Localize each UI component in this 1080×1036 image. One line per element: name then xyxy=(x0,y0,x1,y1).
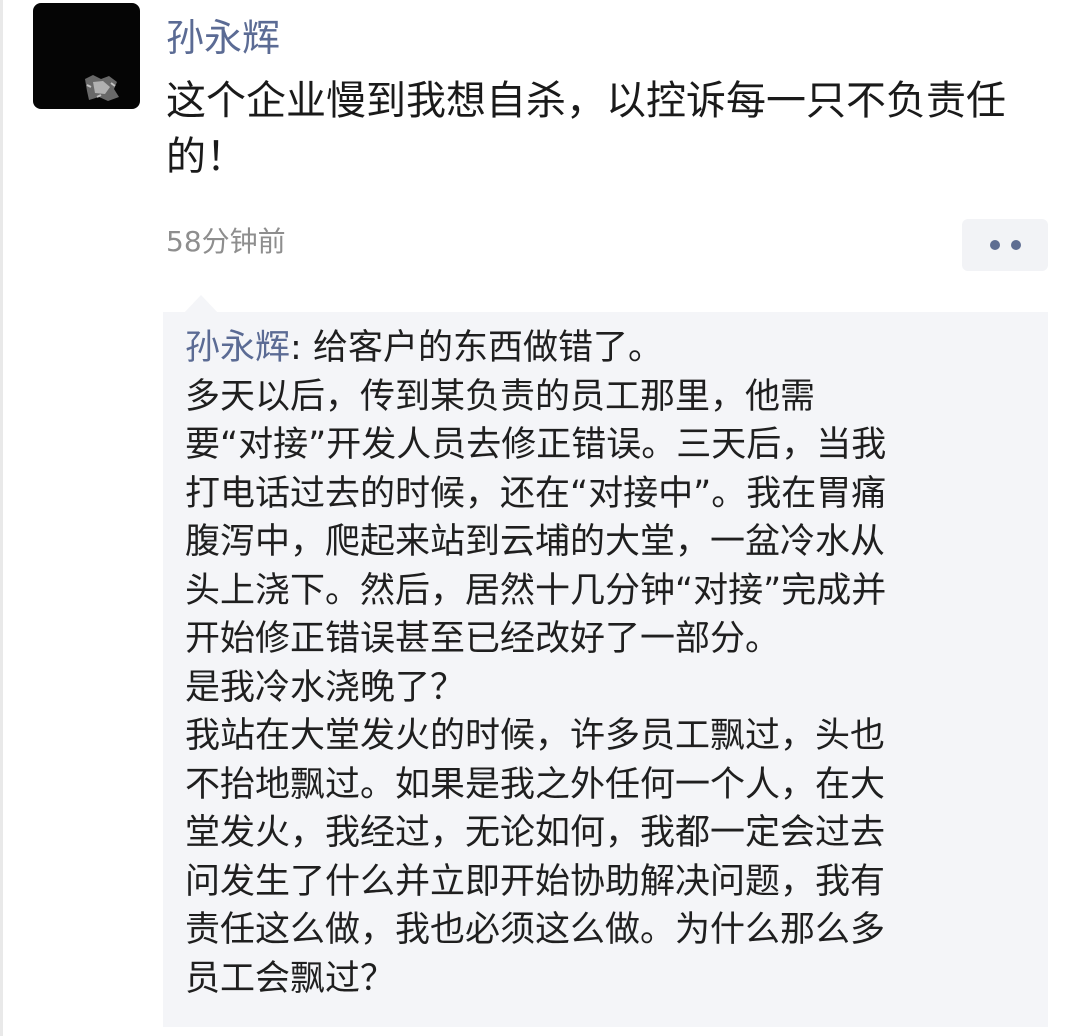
comment-text-line: 开始修正错误甚至已经改好了一部分。 xyxy=(185,619,781,659)
comment-text-line: 打电话过去的时候，还在“对接中”。我在胃痛 xyxy=(185,473,887,514)
comment-separator: : xyxy=(290,328,313,368)
avatar-image xyxy=(85,75,119,101)
comment-text-line: 责任这么做，我也必须这么做。为什么那么多 xyxy=(185,910,886,950)
commenter-name[interactable]: 孙永辉 xyxy=(185,328,290,368)
post-timestamp: 58分钟前 xyxy=(166,225,286,258)
comment-text-line: 腹泻中，爬起来站到云埔的大堂，一盆冷水从 xyxy=(185,522,886,562)
comment-line: 孙永辉: 给客户的东西做错了。 xyxy=(185,324,1025,373)
comment-item[interactable]: 孙永辉: 给客户的东西做错了。 多天以后，传到某负责的员工那里，他需 要“对接”… xyxy=(185,324,1025,1003)
post-content: 这个企业慢到我想自杀，以控诉每一只不负责任的！ xyxy=(166,78,1006,180)
comment-text-line: 给客户的东西做错了。 xyxy=(312,328,663,368)
left-border xyxy=(0,0,3,1036)
comment-text-line: 要“对接”开发人员去修正错误。三天后，当我 xyxy=(185,425,887,465)
comment-text-line: 堂发火，我经过，无论如何，我都一定会过去 xyxy=(185,813,886,853)
comment-text-line: 是我冷水浇晚了？ xyxy=(185,667,466,708)
post-author-name[interactable]: 孙永辉 xyxy=(166,12,280,64)
comment-text-line: 头上浇下。然后，居然十几分钟“对接”完成并 xyxy=(185,570,887,611)
comment-pointer xyxy=(184,295,218,313)
comment-text-line: 不抬地飘过。如果是我之外任何一个人，在大 xyxy=(185,764,886,805)
comment-text-line: 员工会飘过？ xyxy=(185,958,396,999)
more-dots-icon xyxy=(1010,240,1021,250)
more-dots-icon xyxy=(989,240,1000,250)
comment-text-line: 多天以后，传到某负责的员工那里，他需 xyxy=(185,376,816,417)
comment-text-line: 我站在大堂发火的时候，许多员工飘过，头也 xyxy=(185,716,886,756)
avatar[interactable] xyxy=(33,3,140,109)
comment-text-line: 问发生了什么并立即开始协助解决问题，我有 xyxy=(185,861,886,902)
more-options-button[interactable] xyxy=(962,219,1048,271)
comment-section: 孙永辉: 给客户的东西做错了。 多天以后，传到某负责的员工那里，他需 要“对接”… xyxy=(163,312,1048,1027)
